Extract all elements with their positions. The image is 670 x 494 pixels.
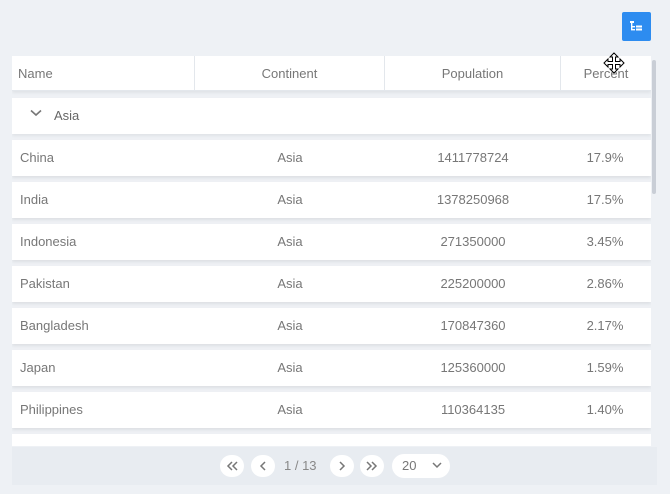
table-row[interactable]: China Asia 1411778724 17.9% bbox=[12, 140, 651, 176]
cell-name: India bbox=[20, 192, 49, 207]
cell-population: 1378250968 bbox=[436, 192, 510, 207]
page-size-select[interactable]: 20 bbox=[392, 454, 450, 478]
group-row-asia[interactable]: Asia bbox=[12, 98, 651, 134]
double-chevron-left-icon bbox=[226, 461, 238, 471]
tree-group-icon bbox=[630, 21, 642, 31]
chevron-right-icon bbox=[339, 461, 346, 471]
cell-percent: 17.9% bbox=[586, 150, 624, 165]
cell-name: Bangladesh bbox=[20, 318, 89, 333]
cell-population: 1411778724 bbox=[437, 150, 509, 165]
last-page-button[interactable] bbox=[360, 455, 384, 477]
cell-percent: 2.17% bbox=[586, 318, 624, 333]
page-info: 1 / 13 bbox=[284, 458, 317, 473]
data-grid: Name Continent Population Percent Asia C… bbox=[12, 56, 651, 446]
cell-continent: Asia bbox=[277, 192, 303, 207]
cell-percent: 2.86% bbox=[586, 276, 624, 291]
cell-percent: 17.5% bbox=[586, 192, 624, 207]
cell-name: China bbox=[20, 150, 54, 165]
cell-name: Indonesia bbox=[20, 234, 77, 249]
table-row[interactable]: Japan Asia 125360000 1.59% bbox=[12, 350, 651, 386]
cell-population: 125360000 bbox=[440, 360, 506, 375]
prev-page-button[interactable] bbox=[251, 455, 275, 477]
group-by-button[interactable] bbox=[622, 12, 651, 41]
cell-name: Pakistan bbox=[20, 276, 70, 291]
pagination-bar: 1 / 13 20 bbox=[12, 447, 657, 485]
vertical-scrollbar[interactable] bbox=[652, 58, 658, 444]
cell-continent: Asia bbox=[277, 234, 303, 249]
double-chevron-right-icon bbox=[366, 461, 378, 471]
cell-percent: 1.40% bbox=[586, 402, 624, 417]
cell-continent: Asia bbox=[277, 402, 303, 417]
first-page-button[interactable] bbox=[220, 455, 244, 477]
cell-percent: 1.59% bbox=[586, 360, 624, 375]
table-row[interactable]: Bangladesh Asia 170847360 2.17% bbox=[12, 308, 651, 344]
cell-population: 271350000 bbox=[440, 234, 506, 249]
chevron-down-icon[interactable] bbox=[30, 109, 42, 117]
header-name[interactable]: Name bbox=[12, 56, 195, 91]
header-population[interactable]: Population bbox=[385, 56, 561, 91]
cell-continent: Asia bbox=[277, 276, 303, 291]
chevron-left-icon bbox=[259, 461, 266, 471]
chevron-down-icon bbox=[432, 462, 442, 469]
cell-population: 170847360 bbox=[440, 318, 506, 333]
next-page-button[interactable] bbox=[330, 455, 354, 477]
scrollbar-thumb[interactable] bbox=[652, 60, 656, 194]
table-row[interactable]: India Asia 1378250968 17.5% bbox=[12, 182, 651, 218]
grid-header: Name Continent Population Percent bbox=[12, 56, 651, 91]
page-size-value: 20 bbox=[402, 458, 417, 473]
header-continent[interactable]: Continent bbox=[195, 56, 385, 91]
table-row[interactable]: Pakistan Asia 225200000 2.86% bbox=[12, 266, 651, 302]
cell-continent: Asia bbox=[277, 150, 303, 165]
cell-percent: 3.45% bbox=[586, 234, 624, 249]
group-label: Asia bbox=[54, 108, 80, 123]
cell-name: Philippines bbox=[20, 402, 83, 417]
table-row-partial[interactable] bbox=[12, 434, 651, 446]
table-row[interactable]: Philippines Asia 110364135 1.40% bbox=[12, 392, 651, 428]
grid-rows: China Asia 1411778724 17.9% India Asia 1… bbox=[12, 140, 651, 446]
cell-population: 225200000 bbox=[440, 276, 506, 291]
move-cursor-icon bbox=[603, 52, 625, 74]
cell-name: Japan bbox=[20, 360, 56, 375]
cell-continent: Asia bbox=[277, 360, 303, 375]
table-row[interactable]: Indonesia Asia 271350000 3.45% bbox=[12, 224, 651, 260]
cell-continent: Asia bbox=[277, 318, 303, 333]
cell-population: 110364135 bbox=[440, 402, 506, 417]
